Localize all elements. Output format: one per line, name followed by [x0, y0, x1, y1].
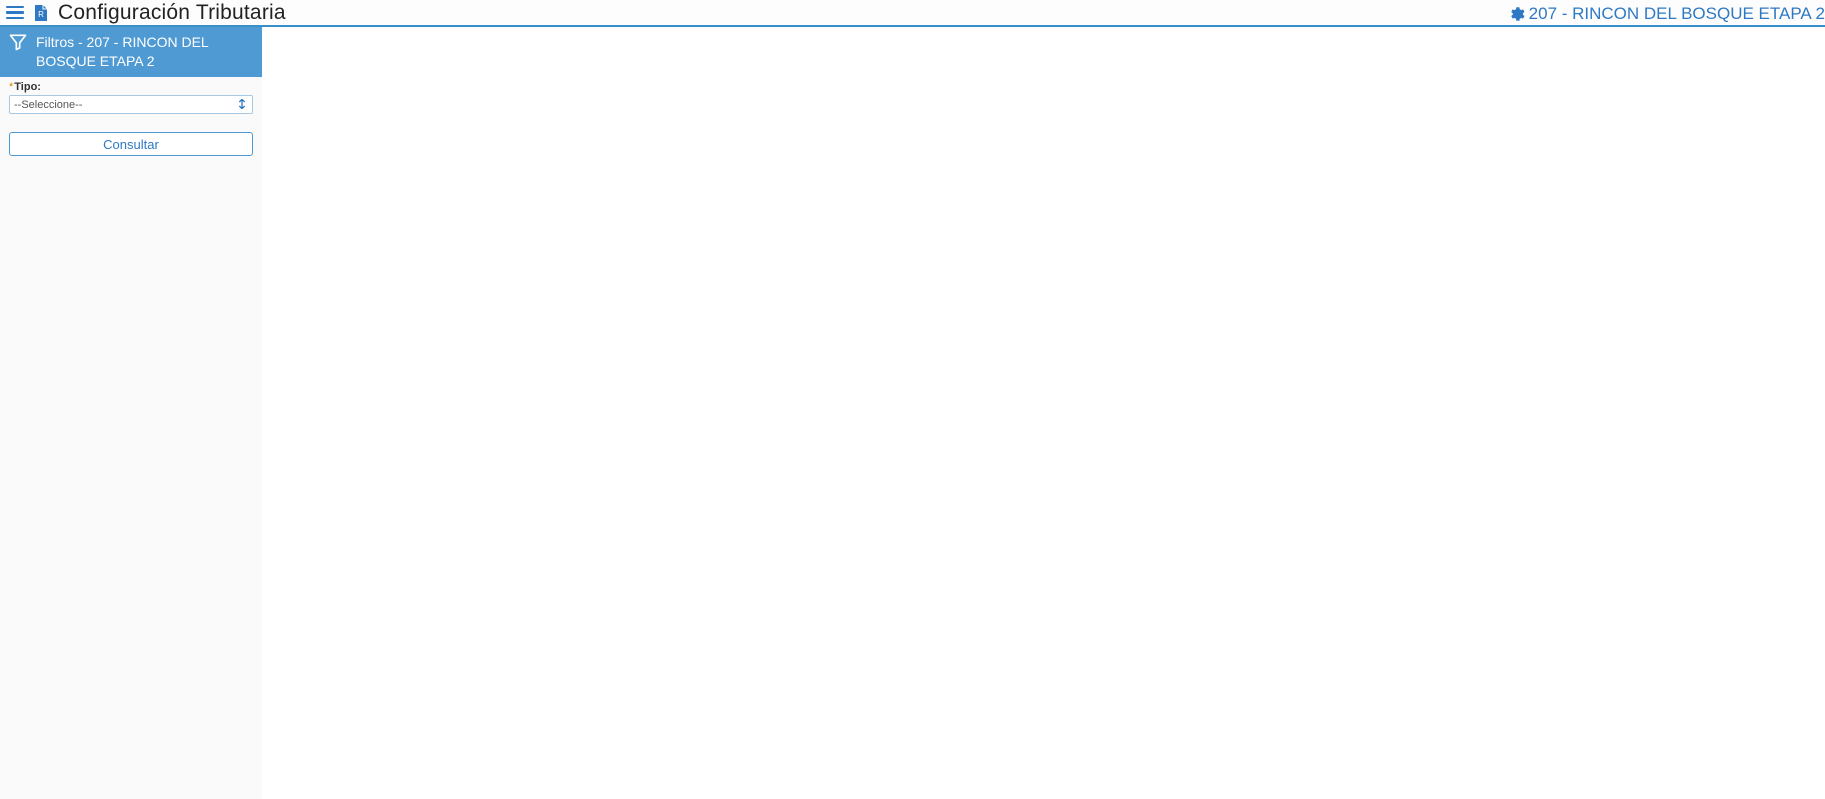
svg-text:R: R	[38, 10, 44, 19]
context-switcher[interactable]: 207 - RINCON DEL BOSQUE ETAPA 2	[1507, 0, 1825, 27]
tipo-label: Tipo:	[14, 81, 41, 93]
page-title: Configuración Tributaria	[58, 1, 286, 25]
gear-icon	[1507, 5, 1525, 23]
tipo-select-wrap	[9, 95, 253, 115]
filter-body: *Tipo: Consultar	[0, 77, 262, 167]
main-content	[262, 27, 1825, 799]
consultar-button-label: Consultar	[103, 137, 159, 152]
topbar: R Configuración Tributaria 207 - RINCON …	[0, 0, 1825, 27]
filter-header: Filtros - 207 - RINCON DEL BOSQUE ETAPA …	[0, 27, 262, 77]
field-label-row: *Tipo:	[9, 81, 253, 93]
menu-icon[interactable]	[6, 4, 24, 22]
document-icon[interactable]: R	[34, 4, 48, 22]
body-area: Filtros - 207 - RINCON DEL BOSQUE ETAPA …	[0, 27, 1825, 799]
tipo-select[interactable]	[9, 95, 253, 114]
required-indicator: *	[9, 81, 13, 93]
filter-icon	[8, 32, 28, 52]
filter-header-text: Filtros - 207 - RINCON DEL BOSQUE ETAPA …	[36, 32, 254, 71]
topbar-left: R Configuración Tributaria	[6, 1, 286, 25]
context-label: 207 - RINCON DEL BOSQUE ETAPA 2	[1529, 4, 1825, 24]
filter-sidebar: Filtros - 207 - RINCON DEL BOSQUE ETAPA …	[0, 27, 262, 799]
consultar-button[interactable]: Consultar	[9, 132, 253, 156]
